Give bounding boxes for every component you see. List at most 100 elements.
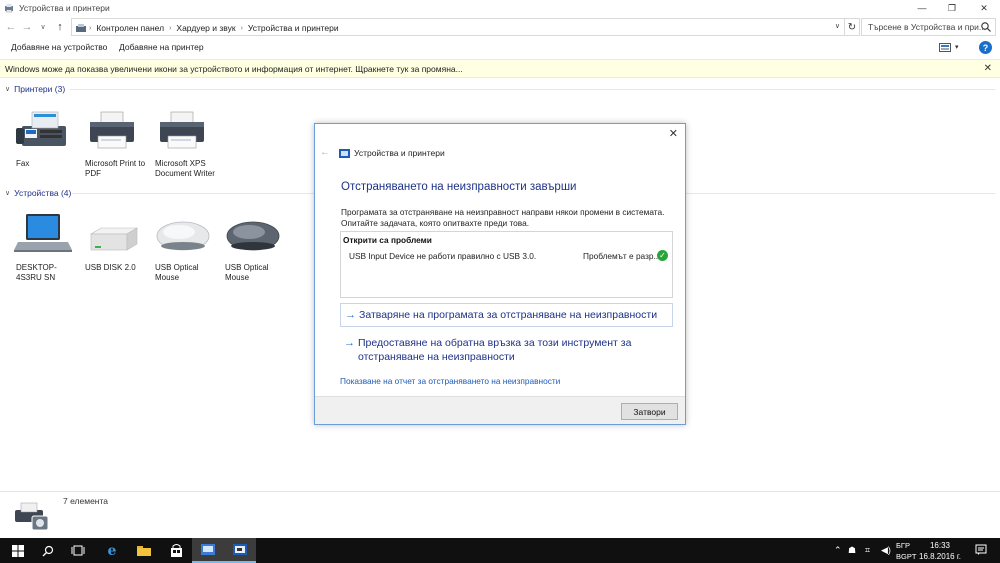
search-input[interactable]: Търсене в Устройства и при... <box>861 18 996 36</box>
refresh-icon[interactable]: ↻ <box>845 18 860 36</box>
devices-group-header[interactable]: ∨ Устройства (4) <box>5 188 71 198</box>
show-hidden-icons-chevron-icon[interactable]: ⌃ <box>834 545 842 556</box>
breadcrumb-control-panel[interactable]: Контролен панел <box>93 23 167 33</box>
breadcrumb-hardware-sound[interactable]: Хардуер и звук <box>173 23 238 33</box>
task-view-icon[interactable] <box>62 538 94 563</box>
devices-printers-icon <box>5 4 13 13</box>
file-explorer-icon[interactable] <box>128 538 160 563</box>
system-clock[interactable]: 16:33 16.8.2016 г. <box>917 540 963 562</box>
breadcrumb: › Контролен панел › Хардуер и звук › Уст… <box>72 22 342 34</box>
printer-icon <box>160 111 204 149</box>
recent-chevron-icon[interactable]: ∨ <box>36 19 50 35</box>
arrow-right-icon: → <box>344 337 355 349</box>
collapse-chevron-icon[interactable]: ∨ <box>5 189 10 197</box>
device-mouse-1[interactable]: USB Optical Mouse <box>147 212 217 283</box>
start-windows-icon[interactable] <box>2 538 34 563</box>
view-options-icon[interactable] <box>939 43 951 52</box>
maximize-button[interactable]: ❐ <box>938 0 966 16</box>
printers-group-label: Принтери (3) <box>14 84 66 94</box>
printers-group-header[interactable]: ∨ Принтери (3) <box>5 84 65 94</box>
forward-arrow-icon[interactable]: → <box>20 19 34 35</box>
back-arrow-icon[interactable]: ← <box>4 19 18 35</box>
add-device-button[interactable]: Добавяне на устройство <box>11 42 107 52</box>
device-label: DESKTOP-4S3RU SN <box>16 263 57 282</box>
devices-printers-icon <box>339 149 350 158</box>
add-printer-button[interactable]: Добавяне на принтер <box>119 42 204 52</box>
check-icon: ✓ <box>657 250 668 261</box>
arrow-right-icon: → <box>345 309 356 321</box>
search-icon[interactable] <box>32 538 64 563</box>
address-dropdown-icon[interactable]: ∨ <box>835 22 840 30</box>
dialog-heading: Отстраняването на неизправности завърши <box>341 181 577 193</box>
status-bar: 7 елемента <box>0 491 1000 538</box>
device-usb-disk[interactable]: USB DISK 2.0 <box>77 212 147 273</box>
info-bar-text[interactable]: Windows може да показва увеличени икони … <box>5 64 463 74</box>
close-troubleshooter-link[interactable]: → Затваряне на програмата за отстраняван… <box>340 303 673 327</box>
breadcrumb-devices-printers[interactable]: Устройства и принтери <box>245 23 342 33</box>
device-label: USB DISK 2.0 <box>85 263 136 272</box>
device-label: Microsoft Print to PDF <box>85 159 146 178</box>
dialog-footer: Затвори <box>315 396 685 424</box>
dialog-close-icon[interactable]: ✕ <box>669 127 678 140</box>
up-arrow-icon[interactable]: ↑ <box>53 19 67 35</box>
store-icon[interactable] <box>160 538 192 563</box>
command-toolbar: Добавяне на устройство Добавяне на принт… <box>0 38 1000 58</box>
search-placeholder: Търсене в Устройства и при... <box>868 22 986 32</box>
address-bar: ← → ∨ ↑ › Контролен панел › Хардуер и зв… <box>0 16 1000 38</box>
problem-status: Проблемът е разр... <box>583 251 661 261</box>
volume-icon[interactable]: ◀) <box>881 545 891 556</box>
feedback-label: Предоставяне на обратна връзка за този и… <box>358 337 632 363</box>
problems-header: Открити са проблеми <box>343 235 432 245</box>
close-troubleshooter-label: Затваряне на програмата за отстраняване … <box>359 309 658 321</box>
problems-list: Открити са проблеми USB Input Device не … <box>340 231 673 298</box>
close-dialog-button[interactable]: Затвори <box>621 403 678 420</box>
dialog-title: Устройства и принтери <box>354 148 445 158</box>
group-divider <box>70 89 995 90</box>
view-dropdown-icon[interactable]: ▾ <box>955 43 959 51</box>
taskbar: e ⌃ ☗ ⌗ ◀) БГР BGPT 16:33 16.8.2016 г. <box>0 538 1000 563</box>
device-fax[interactable]: Fax <box>8 108 78 169</box>
clock-date: 16.8.2016 г. <box>919 552 961 561</box>
device-print-to-pdf[interactable]: Microsoft Print to PDF <box>77 108 147 179</box>
minimize-button[interactable]: — <box>908 0 936 16</box>
laptop-icon <box>14 214 72 252</box>
window-title: Устройства и принтери <box>19 3 110 13</box>
troubleshooter-taskbar-icon[interactable] <box>224 538 256 563</box>
item-count: 7 елемента <box>63 496 109 506</box>
control-panel-icon <box>76 24 86 32</box>
view-report-link[interactable]: Показване на отчет за отстраняването на … <box>340 376 560 386</box>
device-xps-writer[interactable]: Microsoft XPS Document Writer <box>147 108 217 179</box>
close-window-button[interactable]: ✕ <box>970 0 998 16</box>
search-icon <box>981 22 991 32</box>
device-label: Fax <box>16 159 30 168</box>
control-panel-taskbar-icon[interactable] <box>192 538 224 563</box>
mouse-icon <box>156 221 210 251</box>
mouse-icon <box>226 221 280 251</box>
device-desktop[interactable]: DESKTOP-4S3RU SN <box>8 212 78 283</box>
edge-browser-icon[interactable]: e <box>96 538 128 563</box>
dialog-back-arrow-icon[interactable]: ← <box>320 147 330 158</box>
printer-icon <box>90 111 134 149</box>
address-field[interactable]: › Контролен панел › Хардуер и звук › Уст… <box>71 18 845 36</box>
dialog-description: Програмата за отстраняване на неизправно… <box>341 207 665 228</box>
action-center-icon[interactable] <box>975 544 987 556</box>
troubleshooter-dialog: ✕ ← Устройства и принтери Отстраняването… <box>314 123 686 425</box>
problem-item: USB Input Device не работи правилно с US… <box>349 251 537 261</box>
input-language-indicator[interactable]: БГР BGPT <box>896 540 916 562</box>
people-icon[interactable]: ☗ <box>848 545 856 556</box>
device-label: Microsoft XPS Document Writer <box>155 159 215 178</box>
language-code: БГР <box>896 541 910 550</box>
device-label: USB Optical Mouse <box>225 263 269 282</box>
usb-drive-icon <box>89 227 139 251</box>
info-bar-close-icon[interactable]: ✕ <box>984 63 992 74</box>
feedback-link[interactable]: → Предоставяне на обратна връзка за този… <box>340 336 673 364</box>
info-bar[interactable]: Windows може да показва увеличени икони … <box>0 59 1000 78</box>
window-titlebar: Устройства и принтери — ❐ ✕ <box>0 0 1000 16</box>
fax-icon <box>16 111 66 146</box>
network-icon[interactable]: ⌗ <box>865 545 870 556</box>
device-mouse-2[interactable]: USB Optical Mouse <box>217 212 287 283</box>
devices-group-label: Устройства (4) <box>14 188 72 198</box>
keyboard-layout: BGPT <box>896 552 917 561</box>
collapse-chevron-icon[interactable]: ∨ <box>5 85 10 93</box>
help-icon[interactable]: ? <box>979 41 992 54</box>
